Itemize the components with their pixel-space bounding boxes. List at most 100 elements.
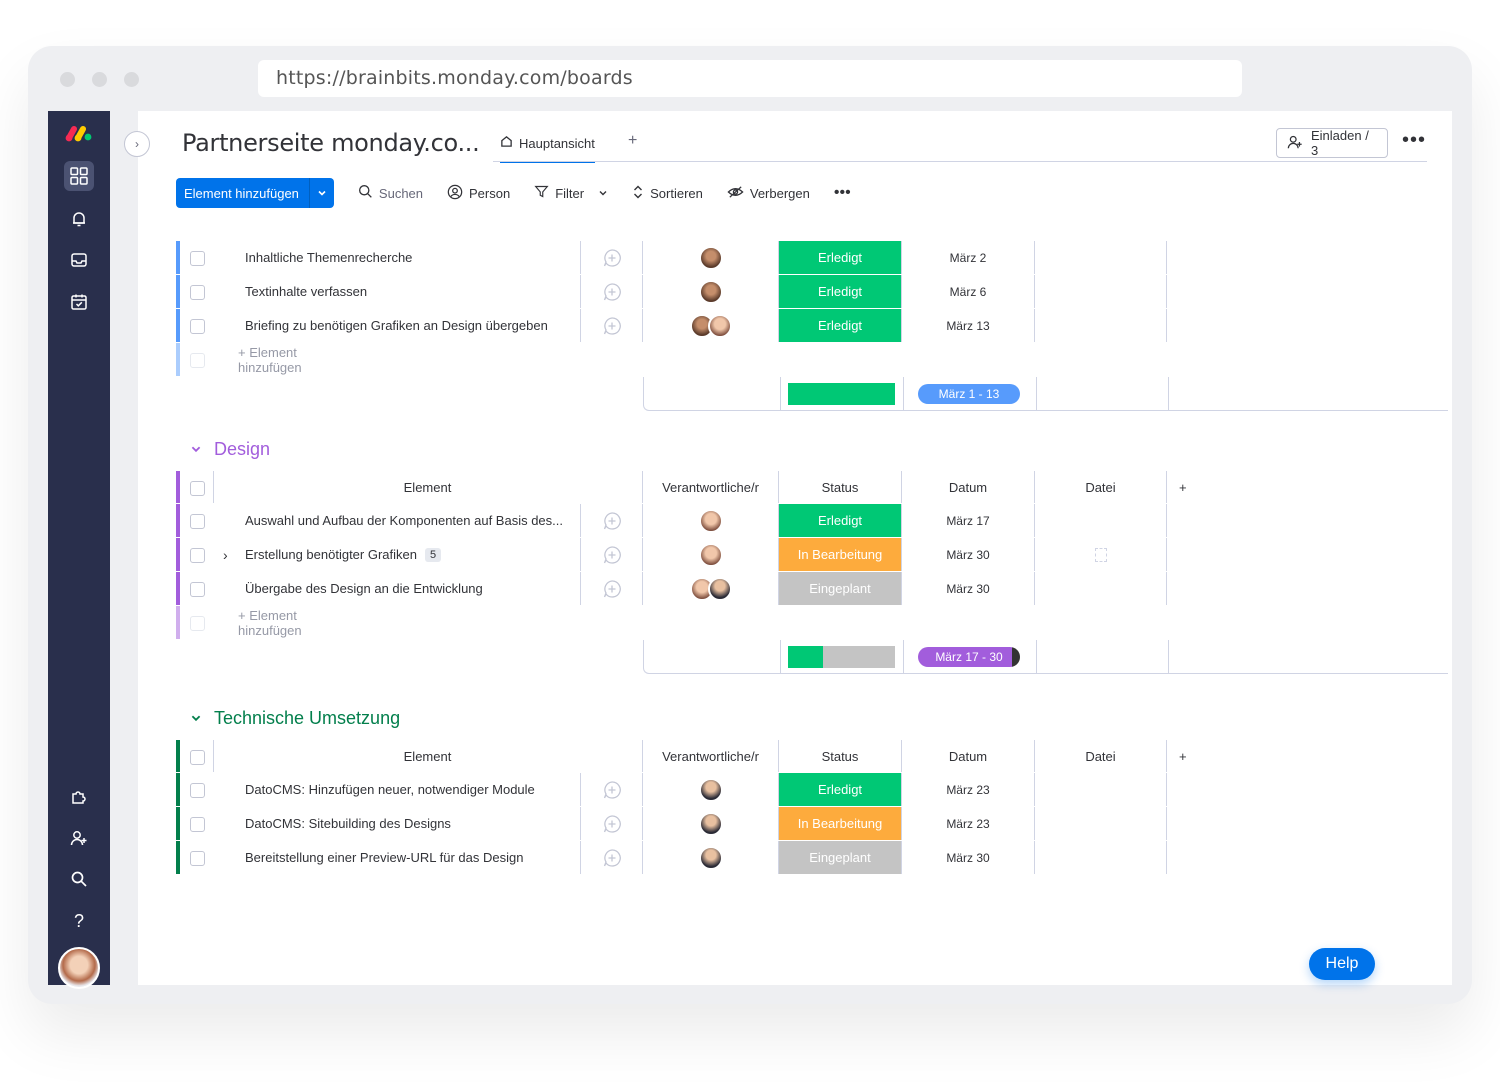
add-update-icon[interactable]: [580, 841, 642, 874]
file-cell[interactable]: [1034, 309, 1166, 342]
chevron-down-icon[interactable]: [598, 186, 608, 201]
file-cell[interactable]: [1034, 807, 1166, 840]
chevron-down-icon[interactable]: [190, 439, 202, 460]
invite-button[interactable]: Einladen / 3: [1276, 128, 1388, 158]
add-update-icon[interactable]: [580, 309, 642, 342]
status-cell[interactable]: Eingeplant: [778, 572, 901, 605]
item-name-cell[interactable]: › Erstellung benötigter Grafiken 5: [213, 538, 580, 571]
status-cell[interactable]: Erledigt: [778, 773, 901, 806]
column-header-element[interactable]: Element: [213, 740, 641, 772]
file-cell[interactable]: [1034, 504, 1166, 537]
add-update-icon[interactable]: [580, 572, 642, 605]
column-header-status[interactable]: Status: [778, 471, 901, 503]
row-checkbox[interactable]: [190, 851, 205, 866]
person-filter-button[interactable]: Person: [447, 184, 510, 203]
search-button[interactable]: Suchen: [358, 184, 423, 202]
item-name[interactable]: Übergabe des Design an die Entwicklung: [213, 572, 580, 605]
date-cell[interactable]: März 30: [901, 841, 1034, 874]
item-name[interactable]: DatoCMS: Sitebuilding des Designs: [213, 807, 580, 840]
owner-cell[interactable]: [642, 241, 778, 274]
search-icon[interactable]: [64, 864, 94, 894]
add-column-button[interactable]: +: [1166, 740, 1448, 772]
owner-cell[interactable]: [642, 841, 778, 874]
owner-cell[interactable]: [642, 538, 778, 571]
date-cell[interactable]: März 23: [901, 807, 1034, 840]
help-question-icon[interactable]: ?: [64, 906, 94, 936]
select-all-checkbox[interactable]: [190, 481, 205, 496]
integrations-puzzle-icon[interactable]: [64, 781, 94, 811]
owner-cell[interactable]: [642, 807, 778, 840]
expand-subitems-chevron-icon[interactable]: ›: [223, 547, 228, 563]
row-checkbox[interactable]: [190, 783, 205, 798]
hide-columns-button[interactable]: Verbergen: [727, 185, 810, 202]
file-cell[interactable]: [1034, 275, 1166, 308]
url-bar[interactable]: https://brainbits.monday.com/boards: [258, 60, 1242, 97]
date-cell[interactable]: März 30: [901, 538, 1034, 571]
status-cell[interactable]: Erledigt: [778, 309, 901, 342]
chevron-down-icon[interactable]: [190, 708, 202, 729]
monday-logo-icon[interactable]: [64, 119, 94, 149]
date-cell[interactable]: März 2: [901, 241, 1034, 274]
owner-cell[interactable]: [642, 275, 778, 308]
row-checkbox[interactable]: [190, 582, 205, 597]
status-cell[interactable]: Erledigt: [778, 241, 901, 274]
my-work-calendar-icon[interactable]: [64, 287, 94, 317]
file-cell[interactable]: [1034, 241, 1166, 274]
column-header-date[interactable]: Datum: [901, 740, 1034, 772]
add-update-icon[interactable]: [580, 807, 642, 840]
add-update-icon[interactable]: [580, 275, 642, 308]
workspace-grid-icon[interactable]: [64, 161, 94, 191]
group-title-technical[interactable]: Technische Umsetzung: [190, 708, 400, 729]
row-checkbox[interactable]: [190, 251, 205, 266]
column-header-element[interactable]: Element: [213, 471, 641, 503]
row-checkbox[interactable]: [190, 817, 205, 832]
item-name[interactable]: Auswahl und Aufbau der Komponenten auf B…: [213, 504, 580, 537]
date-cell[interactable]: März 6: [901, 275, 1034, 308]
status-cell[interactable]: In Bearbeitung: [778, 807, 901, 840]
status-cell[interactable]: Erledigt: [778, 504, 901, 537]
expand-sidebar-chevron-icon[interactable]: ›: [124, 131, 150, 157]
item-name[interactable]: Inhaltliche Themenrecherche: [213, 241, 580, 274]
owner-cell[interactable]: [642, 773, 778, 806]
status-cell[interactable]: Erledigt: [778, 275, 901, 308]
date-cell[interactable]: März 13: [901, 309, 1034, 342]
board-title[interactable]: Partnerseite monday.co...: [182, 129, 480, 157]
subitems-count-badge[interactable]: 5: [424, 547, 442, 562]
row-checkbox[interactable]: [190, 548, 205, 563]
select-all-checkbox[interactable]: [190, 750, 205, 765]
column-header-file[interactable]: Datei: [1034, 471, 1166, 503]
owner-cell[interactable]: [642, 504, 778, 537]
column-header-file[interactable]: Datei: [1034, 740, 1166, 772]
status-cell[interactable]: In Bearbeitung: [778, 538, 901, 571]
row-checkbox[interactable]: [190, 319, 205, 334]
owner-cell[interactable]: [642, 572, 778, 605]
row-checkbox[interactable]: [190, 514, 205, 529]
add-update-icon[interactable]: [580, 504, 642, 537]
filter-button[interactable]: Filter: [534, 184, 608, 202]
item-name[interactable]: Textinhalte verfassen: [213, 275, 580, 308]
chevron-down-icon[interactable]: [310, 188, 334, 198]
add-column-button[interactable]: +: [1166, 471, 1448, 503]
item-name[interactable]: Bereitstellung einer Preview-URL für das…: [213, 841, 580, 874]
help-button[interactable]: Help: [1309, 948, 1375, 980]
add-item-input[interactable]: + Element hinzufügen: [213, 606, 302, 639]
owner-cell[interactable]: [642, 309, 778, 342]
invite-members-icon[interactable]: [64, 823, 94, 853]
date-cell[interactable]: März 17: [901, 504, 1034, 537]
column-header-owner[interactable]: Verantwortliche/r: [642, 471, 778, 503]
add-item-button[interactable]: Element hinzufügen: [176, 178, 334, 208]
tab-main-view[interactable]: Hauptansicht: [500, 135, 595, 163]
column-header-status[interactable]: Status: [778, 740, 901, 772]
file-cell[interactable]: [1034, 572, 1166, 605]
sort-button[interactable]: Sortieren: [632, 184, 703, 203]
notifications-bell-icon[interactable]: [64, 204, 94, 234]
add-update-icon[interactable]: [580, 241, 642, 274]
item-name[interactable]: Briefing zu benötigen Grafiken an Design…: [213, 309, 580, 342]
board-more-menu-icon[interactable]: •••: [1402, 129, 1426, 152]
date-cell[interactable]: März 23: [901, 773, 1034, 806]
add-view-button[interactable]: +: [628, 132, 637, 150]
file-cell[interactable]: [1034, 841, 1166, 874]
item-name[interactable]: DatoCMS: Hinzufügen neuer, notwendiger M…: [213, 773, 580, 806]
row-checkbox[interactable]: [190, 285, 205, 300]
status-cell[interactable]: Eingeplant: [778, 841, 901, 874]
